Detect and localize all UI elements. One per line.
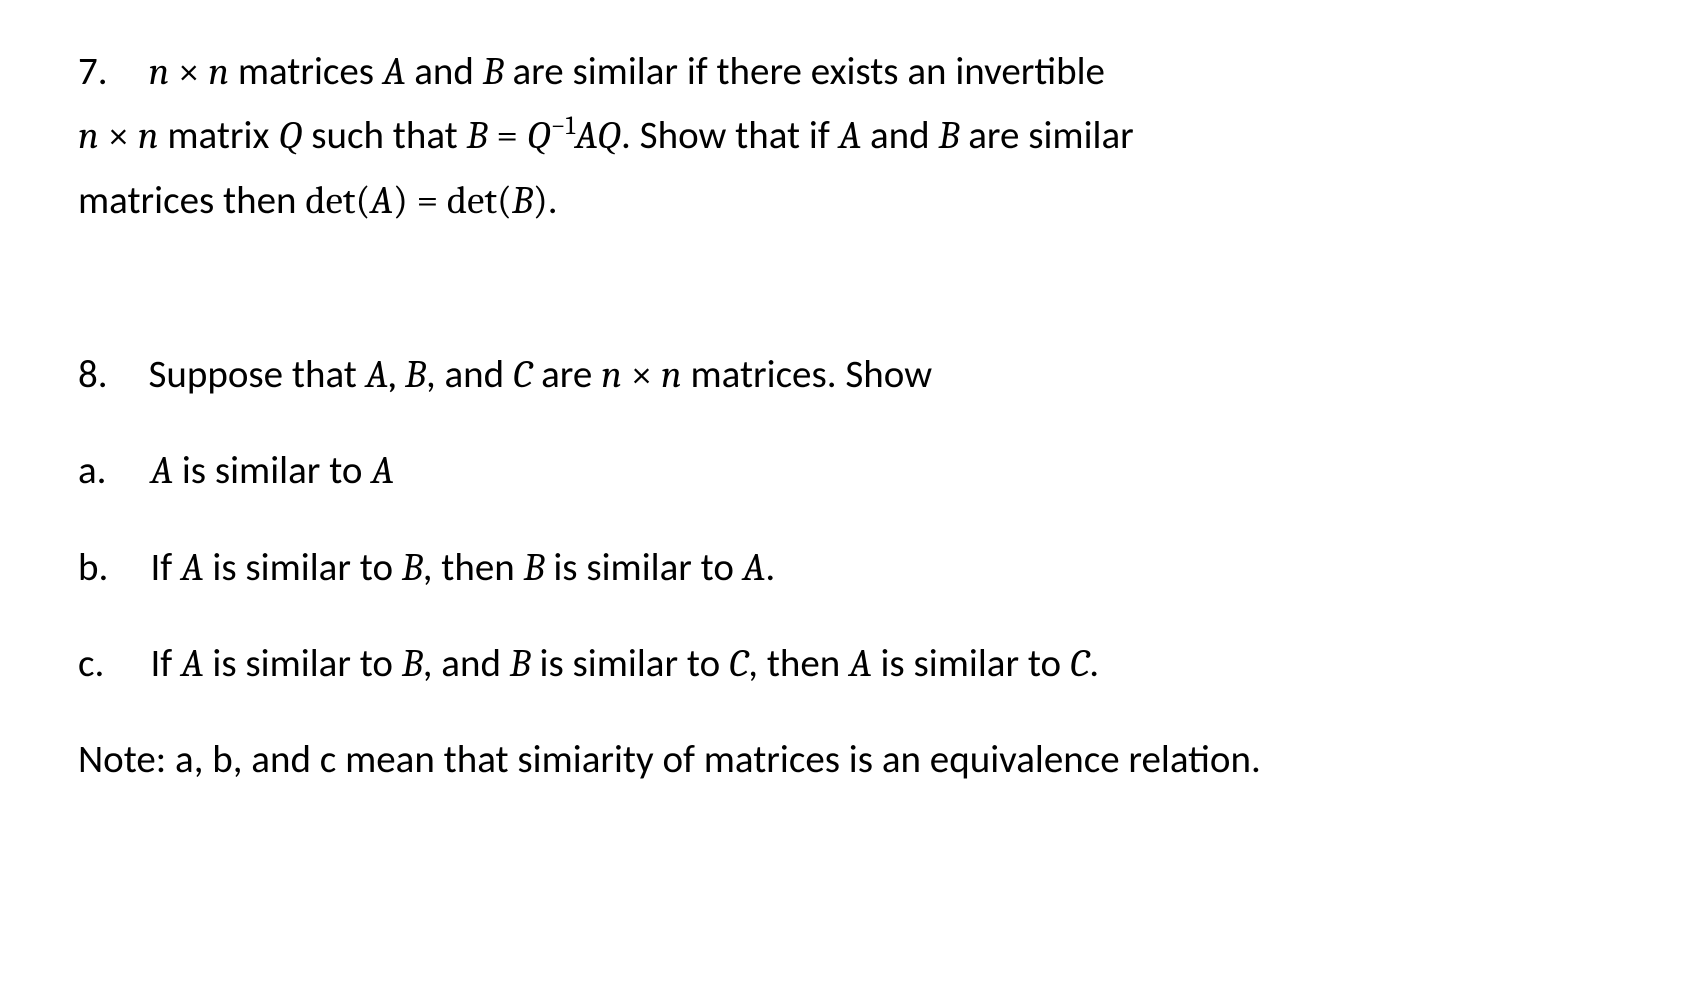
math-n: n — [601, 352, 622, 397]
text: are similar if there exists an invertibl… — [512, 48, 1104, 95]
math-A: A — [370, 178, 393, 223]
text: , then — [748, 640, 840, 687]
text: If — [150, 640, 181, 687]
problem-8b: b. If A is similar to B, then B is simil… — [78, 536, 1630, 600]
math-C: C — [513, 352, 532, 397]
text: , and — [423, 640, 501, 687]
problem-8b-label: b. — [78, 536, 124, 600]
text: Note: a, b, and c mean that simiarity of… — [78, 736, 1261, 783]
text: is similar to — [880, 640, 1061, 687]
math-A: A — [181, 641, 204, 686]
math-n: n — [78, 113, 99, 158]
text: are — [541, 351, 592, 398]
comma: , — [388, 352, 396, 397]
paren-right: ) — [393, 178, 408, 223]
math-n: n — [661, 352, 682, 397]
math-A: A — [849, 641, 872, 686]
text: , and — [426, 351, 504, 398]
text: matrices. Show — [690, 351, 932, 398]
text: such that — [311, 112, 457, 159]
times-symbol: × — [631, 352, 653, 397]
math-B: B — [467, 113, 488, 158]
problem-8-note: Note: a, b, and c mean that simiarity of… — [78, 728, 1630, 792]
math-n: n — [148, 49, 169, 94]
math-n: n — [138, 113, 159, 158]
text: is similar to — [212, 640, 393, 687]
equals-symbol: = — [417, 178, 439, 223]
text: and — [870, 112, 930, 159]
text: is similar to — [212, 544, 393, 591]
paren-left: ( — [497, 178, 512, 223]
problem-8a-label: a. — [78, 439, 124, 503]
math-B: B — [402, 545, 423, 590]
paren-left: ( — [355, 178, 370, 223]
problem-7-number: 7. — [78, 40, 122, 104]
equals-symbol: = — [496, 113, 518, 158]
math-A: A — [383, 49, 406, 94]
math-B: B — [483, 49, 504, 94]
math-Q: Q — [278, 113, 302, 158]
math-inverse: −1 — [551, 110, 575, 141]
problem-7: 7. n × n matrices A and B are similar if… — [78, 40, 1630, 233]
math-B: B — [405, 352, 426, 397]
problem-8-number: 8. — [78, 343, 122, 407]
math-Q: Q — [597, 113, 621, 158]
document-page: 7. n × n matrices A and B are similar if… — [0, 0, 1708, 833]
problem-8-statement: 8. Suppose that A, B, and C are n × n ma… — [78, 343, 1630, 407]
text: , then — [423, 544, 515, 591]
math-n: n — [208, 49, 229, 94]
times-symbol: × — [108, 113, 130, 158]
math-A: A — [743, 545, 766, 590]
math-B: B — [402, 641, 423, 686]
math-B: B — [512, 178, 533, 223]
math-A: A — [150, 448, 173, 493]
math-C: C — [1070, 641, 1089, 686]
math-A: A — [181, 545, 204, 590]
math-det: det — [305, 178, 355, 223]
math-B: B — [510, 641, 531, 686]
text: matrices — [238, 48, 374, 95]
math-A: A — [839, 113, 862, 158]
math-A: A — [366, 352, 389, 397]
text: . — [765, 544, 775, 591]
math-det: det — [447, 178, 497, 223]
text: is similar to — [553, 544, 734, 591]
text: is similar to — [540, 640, 721, 687]
math-B: B — [524, 545, 545, 590]
math-B: B — [939, 113, 960, 158]
problem-8c-label: c. — [78, 632, 124, 696]
text: matrices then — [78, 177, 297, 224]
problem-8c: c. If A is similar to B, and B is simila… — [78, 632, 1630, 696]
math-Q: Q — [527, 113, 551, 158]
math-A: A — [575, 113, 597, 158]
text: is similar to — [182, 447, 363, 494]
problem-7-statement: 7. n × n matrices A and B are similar if… — [78, 40, 1630, 233]
paren-right: ) — [533, 178, 548, 223]
text: If — [150, 544, 172, 591]
math-C: C — [729, 641, 748, 686]
text: matrix — [167, 112, 269, 159]
problem-8: 8. Suppose that A, B, and C are n × n ma… — [78, 343, 1630, 793]
math-A: A — [371, 448, 394, 493]
text: . — [548, 177, 558, 224]
text: are similar — [968, 112, 1134, 159]
text: . — [1089, 640, 1099, 687]
text: Suppose that — [148, 351, 356, 398]
text: and — [414, 48, 474, 95]
text: . Show that if — [621, 112, 830, 159]
times-symbol: × — [178, 49, 200, 94]
problem-8a: a. A is similar to A — [78, 439, 1630, 503]
